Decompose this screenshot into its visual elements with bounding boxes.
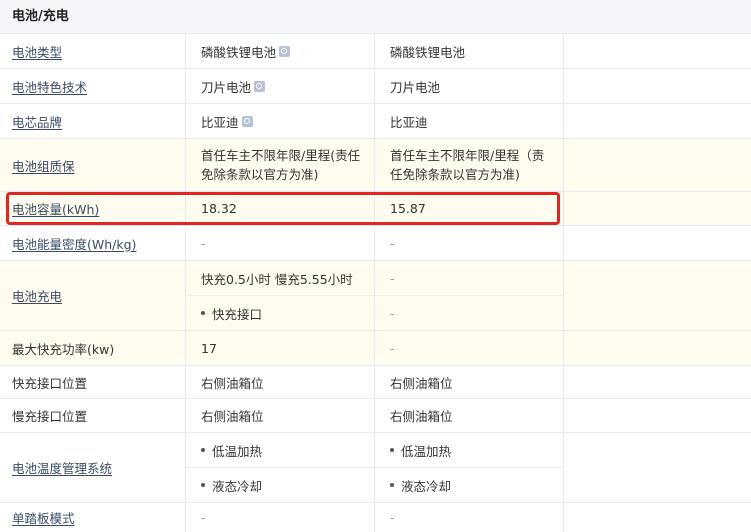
spec-label-link[interactable]: 电芯品牌 xyxy=(12,112,62,131)
spec-label-link[interactable]: 电池类型 xyxy=(12,42,62,61)
spec-value: - xyxy=(390,270,395,286)
search-icon[interactable] xyxy=(254,80,266,92)
spec-label-link[interactable]: 电池容量(kWh) xyxy=(12,199,99,218)
spec-value: - xyxy=(390,340,395,356)
spec-value: 右侧油箱位 xyxy=(390,375,453,391)
spec-value: 右侧油箱位 xyxy=(390,409,453,424)
spec-value: 刀片电池 xyxy=(201,79,252,95)
spec-label-link[interactable]: 电池组质保 xyxy=(12,156,75,175)
spec-value: 磷酸铁锂电池 xyxy=(390,44,466,60)
table-row: 电池类型 磷酸铁锂电池 磷酸铁锂电池 xyxy=(0,34,751,69)
table-row: 慢充接口位置 右侧油箱位 右侧油箱位 xyxy=(0,399,751,433)
spec-value: 右侧油箱位 xyxy=(201,409,264,424)
spec-label: 最大快充功率(kw) xyxy=(12,341,115,357)
spec-value: - xyxy=(390,305,395,321)
table-row: 电池温度管理系统 低温加热 液态冷却 低温加热 液态冷却 xyxy=(0,433,751,503)
spec-value: 首任车主不限年限/里程(责任免除条款以官方为准) xyxy=(201,148,361,182)
spec-value: 快充接口 xyxy=(212,306,263,322)
bullet-icon xyxy=(201,311,205,315)
spec-label-link[interactable]: 电池特色技术 xyxy=(12,77,87,96)
table-row: 电池能量密度(Wh/kg) - - xyxy=(0,226,751,261)
table-row: 最大快充功率(kw) 17 - xyxy=(0,331,751,366)
spec-label: 慢充接口位置 xyxy=(12,409,88,424)
section-title: 电池/充电 xyxy=(0,0,751,34)
bullet-icon xyxy=(201,483,205,487)
spec-value: 右侧油箱位 xyxy=(201,375,264,391)
table-row: 单踏板模式 - - xyxy=(0,503,751,532)
spec-value: - xyxy=(201,235,206,251)
spec-value: 低温加热 xyxy=(212,443,263,459)
spec-value: 比亚迪 xyxy=(201,114,239,130)
spec-label: 快充接口位置 xyxy=(12,375,88,391)
table-row: 电池组质保 首任车主不限年限/里程(责任免除条款以官方为准) 首任车主不限年限/… xyxy=(0,139,751,192)
spec-label-link[interactable]: 单踏板模式 xyxy=(12,508,75,527)
spec-value: 液态冷却 xyxy=(401,478,452,494)
spec-value: 17 xyxy=(201,340,217,356)
search-icon[interactable] xyxy=(279,45,291,57)
spec-value: 低温加热 xyxy=(401,443,452,459)
spec-value: 刀片电池 xyxy=(390,79,441,95)
table-row: 电芯品牌 比亚迪 比亚迪 xyxy=(0,104,751,139)
spec-value: 磷酸铁锂电池 xyxy=(201,44,277,60)
spec-value: 18.32 xyxy=(201,201,237,216)
spec-value: - xyxy=(390,235,395,251)
spec-label-link[interactable]: 电池充电 xyxy=(12,286,62,305)
spec-value: 比亚迪 xyxy=(390,114,428,130)
bullet-icon xyxy=(390,483,394,487)
table-row: 电池容量(kWh) 18.32 15.87 xyxy=(0,192,751,226)
spec-value: 液态冷却 xyxy=(212,478,263,494)
spec-label-link[interactable]: 电池温度管理系统 xyxy=(12,458,112,477)
bullet-icon xyxy=(390,448,394,452)
spec-table: 电池/充电 电池类型 磷酸铁锂电池 磷酸铁锂电池 电池特色技术 刀片电池 刀片电… xyxy=(0,0,751,532)
spec-value: 首任车主不限年限/里程（责任免除条款以官方为准) xyxy=(390,148,545,182)
table-row: 快充接口位置 右侧油箱位 右侧油箱位 xyxy=(0,366,751,399)
spec-value: 快充0.5小时 慢充5.55小时 xyxy=(201,271,353,287)
spec-value: 15.87 xyxy=(390,201,426,216)
bullet-icon xyxy=(201,448,205,452)
spec-value: - xyxy=(390,510,395,525)
table-row: 电池充电 快充0.5小时 慢充5.55小时 快充接口 - - xyxy=(0,261,751,331)
spec-value: - xyxy=(201,510,206,525)
spec-label-link[interactable]: 电池能量密度(Wh/kg) xyxy=(12,234,136,253)
search-icon[interactable] xyxy=(241,115,253,127)
table-row: 电池特色技术 刀片电池 刀片电池 xyxy=(0,69,751,104)
